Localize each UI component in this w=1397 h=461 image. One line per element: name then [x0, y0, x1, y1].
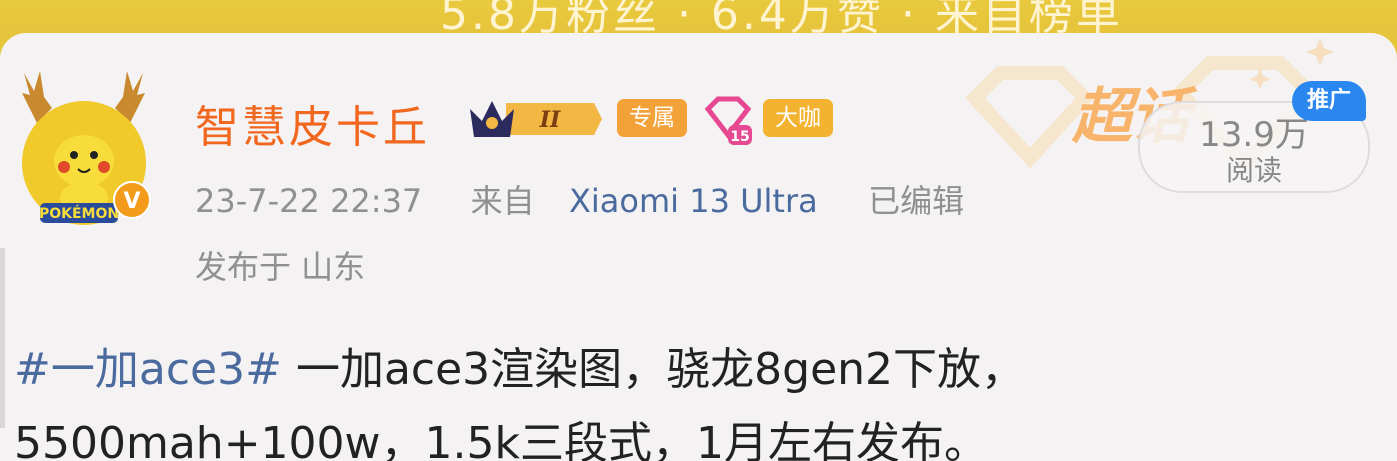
gem-level: 15 [730, 129, 749, 145]
daka-badge[interactable]: 大咖 [763, 99, 833, 137]
meta-line: 23-7-22 22:37 来自 Xiaomi 13 Ultra 已编辑 [195, 176, 964, 222]
edited-label[interactable]: 已编辑 [868, 176, 964, 222]
username[interactable]: 智慧皮卡丘 [195, 91, 430, 155]
verified-mark: V [123, 189, 140, 214]
read-label: 阅读 [1225, 154, 1282, 187]
avatar[interactable]: POKÉMON V [12, 63, 157, 228]
crown-icon[interactable]: II [466, 93, 604, 145]
post-timestamp: 23-7-22 22:37 [195, 182, 423, 220]
post-card[interactable]: POKÉMON V 智慧皮卡丘 II 专属 15 大咖 23-7-22 22:3… [0, 33, 1397, 461]
gem-icon[interactable]: 15 [700, 95, 756, 147]
level-badge-text: II [539, 107, 561, 133]
exclusive-badge[interactable]: 专属 [617, 99, 687, 137]
location-label: 发布于 山东 [195, 248, 366, 286]
card-edge-divider [0, 248, 5, 428]
hashtag-link[interactable]: #一加ace3# [14, 344, 282, 395]
promote-badge[interactable]: 推广 [1292, 81, 1366, 121]
device-link[interactable]: Xiaomi 13 Ultra [569, 182, 818, 220]
post-body: #一加ace3# 一加ace3渲染图，骁龙8gen2下放，5500mah+100… [14, 333, 1389, 461]
avatar-logo-text: POKÉMON [39, 205, 119, 222]
source-prefix: 来自 [470, 182, 535, 220]
